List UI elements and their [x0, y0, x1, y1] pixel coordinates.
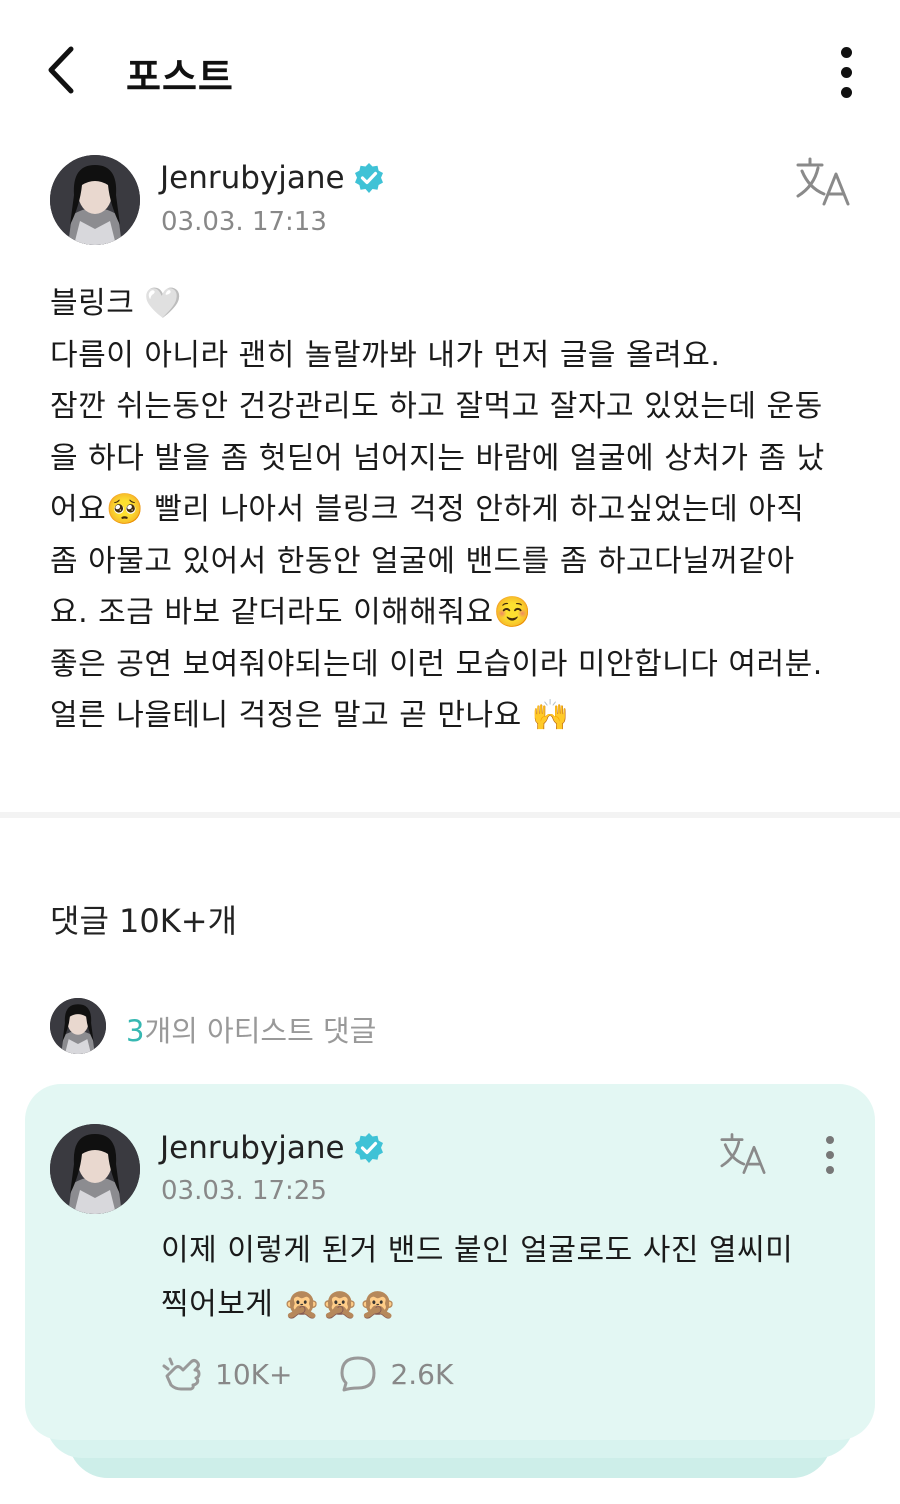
reply-count: 2.6K — [390, 1357, 454, 1391]
artist-comment-card[interactable]: Jenrubyjane 03.03. 17:25 이제 이렇게 된거 밴드 붙인… — [25, 1084, 875, 1440]
comment-actions: 10K+ 2.6K — [161, 1354, 497, 1394]
more-options-button[interactable] — [820, 40, 872, 104]
comment-author-avatar[interactable] — [50, 1124, 140, 1214]
artist-comments-label: 3개의 아티스트 댓글 — [126, 1014, 377, 1048]
author-name: Jenrubyjane — [160, 160, 345, 196]
reply-button[interactable]: 2.6K — [336, 1354, 453, 1394]
comment-author-name: Jenrubyjane — [160, 1130, 345, 1166]
page-title: 포스트 — [126, 55, 234, 99]
artist-avatar — [50, 998, 106, 1054]
post-line: 좋은 공연 보여줘야되는데 이런 모습이라 미안합니다 여러분. — [50, 646, 823, 682]
avatar-image — [50, 155, 140, 245]
author-avatar[interactable] — [50, 155, 140, 245]
like-count: 10K+ — [215, 1357, 293, 1391]
translate-icon[interactable] — [717, 1132, 769, 1176]
verified-badge-icon — [354, 163, 383, 193]
avatar-image — [50, 1124, 140, 1214]
speech-bubble-icon — [340, 1356, 376, 1392]
artist-comment-count: 3 — [126, 1014, 145, 1048]
verified-badge-icon — [354, 1133, 383, 1163]
back-button[interactable] — [30, 40, 90, 100]
post-line: 잠깐 쉬는동안 건강관리도 하고 잘먹고 잘자고 있었는데 운동 — [50, 389, 823, 424]
comment-line: 찍어보게 🙊🙊🙊 — [161, 1287, 397, 1322]
post-body: 블링크 🤍 다름이 아니라 괜히 놀랄까봐 내가 먼저 글을 올려요. 잠깐 쉬… — [50, 278, 850, 742]
post-line: 다름이 아니라 괜히 놀랄까봐 내가 먼저 글을 올려요. — [50, 337, 721, 373]
top-bar: 포스트 — [0, 0, 900, 140]
comment-text: 이제 이렇게 된거 밴드 붙인 얼굴로도 사진 열씨미 찍어보게 🙊🙊🙊 — [161, 1224, 841, 1332]
translate-icon[interactable] — [794, 156, 852, 208]
post-line: 을 하다 발을 좀 헛딛어 넘어지는 바람에 얼굴에 상처가 좀 났 — [50, 440, 825, 476]
like-button[interactable]: 10K+ — [161, 1354, 292, 1394]
post-line: 어요🥺 빨리 나아서 블링크 걱정 안하게 하고싶었는데 아직 — [50, 492, 805, 527]
post-line: 요. 조금 바보 같더라도 이해해줘요☺️ — [50, 595, 532, 630]
comment-date: 03.03. 17:25 — [161, 1176, 327, 1206]
section-divider — [0, 812, 900, 818]
post-author[interactable]: Jenrubyjane — [160, 160, 385, 196]
chevron-left-icon — [48, 46, 74, 94]
comment-line: 이제 이렇게 된거 밴드 붙인 얼굴로도 사진 열씨미 — [161, 1233, 794, 1268]
avatar-image — [50, 998, 106, 1054]
comment-more-button[interactable] — [815, 1132, 845, 1178]
comment-author[interactable]: Jenrubyjane — [160, 1130, 385, 1166]
post-line: 블링크 🤍 — [50, 286, 183, 321]
more-vertical-icon — [840, 46, 852, 58]
post-line: 좀 아물고 있어서 한동안 얼굴에 밴드를 좀 하고다닐꺼같아 — [50, 543, 795, 579]
more-vertical-icon — [826, 1136, 834, 1144]
cheer-hand-icon — [162, 1357, 201, 1391]
comment-count: 댓글 10K+개 — [50, 902, 238, 940]
post-line: 얼른 나을테니 걱정은 말고 곧 만나요 🙌 — [50, 698, 570, 733]
post-date: 03.03. 17:13 — [161, 207, 327, 237]
